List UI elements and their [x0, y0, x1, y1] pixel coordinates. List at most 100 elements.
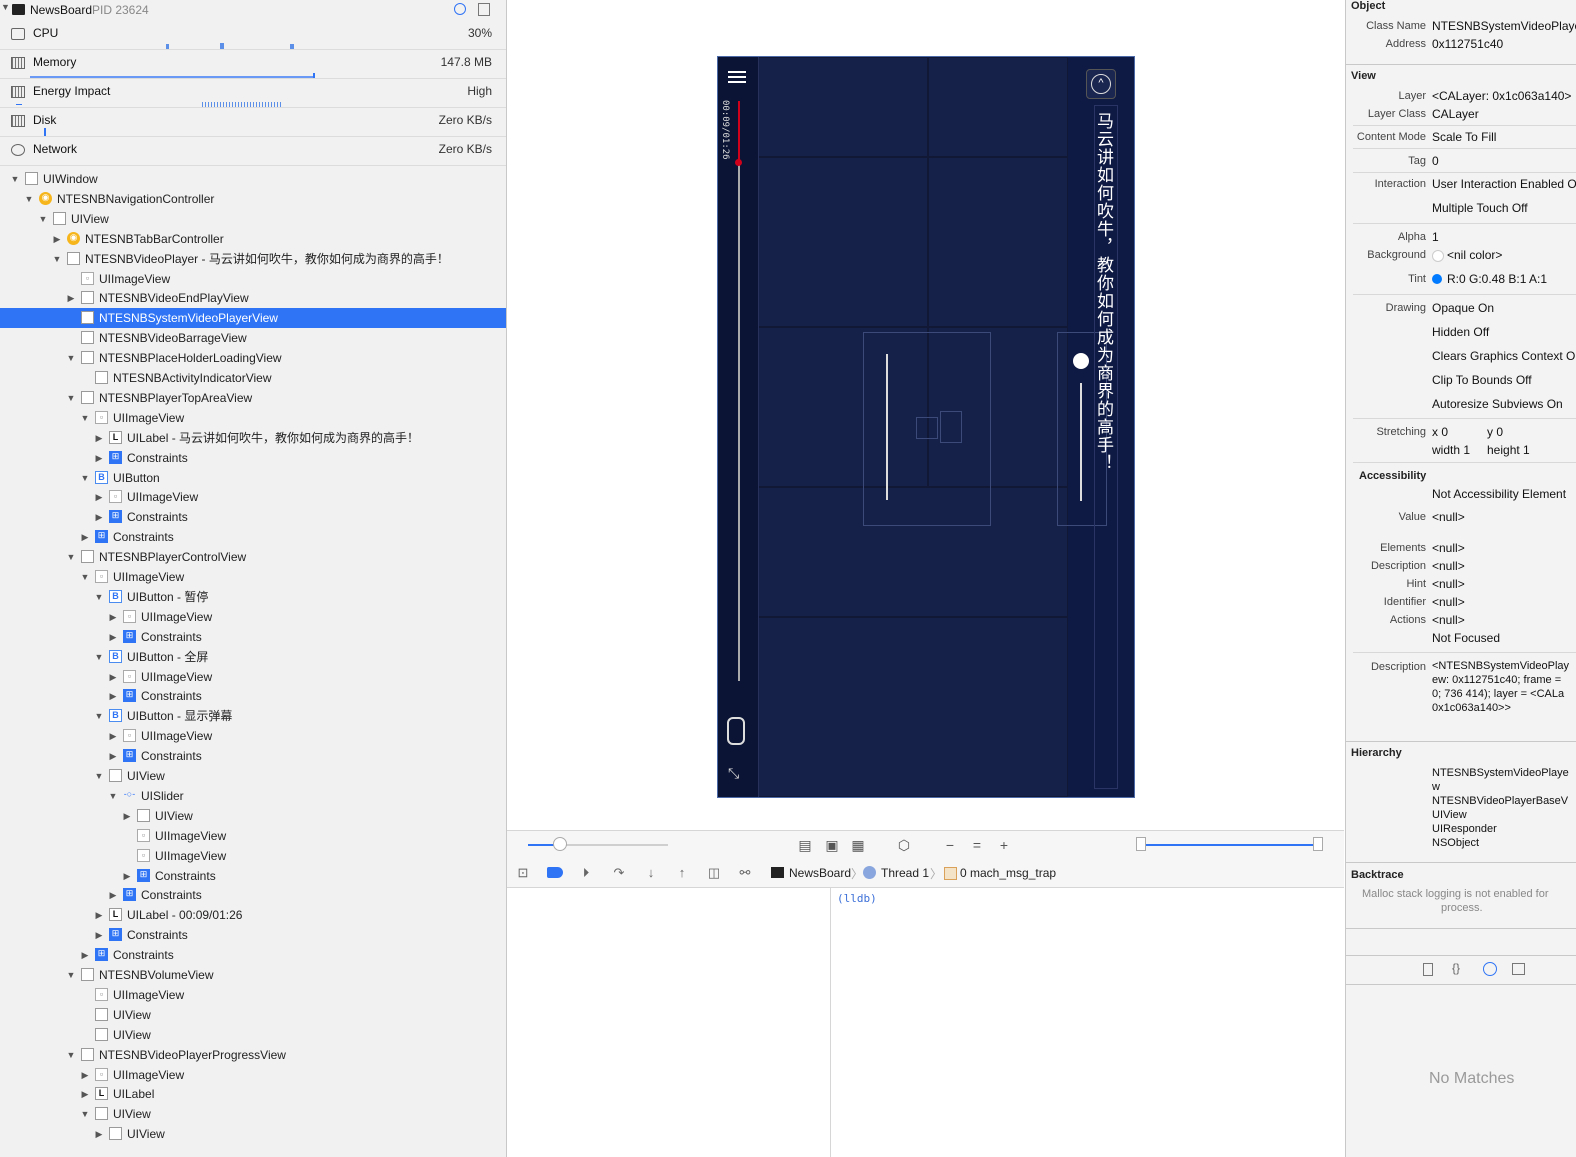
- tree-row[interactable]: NTESNBVideoBarrageView: [0, 328, 506, 348]
- disclosure-triangle-icon[interactable]: ▼: [1, 2, 10, 12]
- tree-row[interactable]: ▶ ⊞ Constraints: [0, 527, 506, 547]
- memory-graph-icon[interactable]: ⚯: [736, 865, 754, 881]
- device-screen[interactable]: ⤡ ^: [717, 56, 1135, 798]
- tree-row[interactable]: ▶ UIView: [0, 806, 506, 826]
- back-button[interactable]: ^: [1086, 69, 1116, 99]
- disclosure-open-icon[interactable]: ▼: [108, 786, 118, 806]
- tree-row[interactable]: ▼ -○- UISlider: [0, 786, 506, 806]
- tree-row[interactable]: UIView: [0, 1025, 506, 1045]
- crumb-thread[interactable]: Thread 1: [881, 866, 929, 880]
- disclosure-closed-icon[interactable]: ▶: [94, 507, 104, 527]
- gauge-cpu[interactable]: CPU 30%: [0, 20, 506, 50]
- tree-row[interactable]: ▼ UIView: [0, 1104, 506, 1124]
- exit-fullscreen-icon[interactable]: ⤡: [728, 765, 739, 782]
- tree-row[interactable]: ▶ ⊞ Constraints: [0, 746, 506, 766]
- tree-row[interactable]: ▼ B UIButton - 全屏: [0, 647, 506, 667]
- adjust-view-mode-icon[interactable]: ▦: [850, 837, 866, 853]
- hierarchy-item[interactable]: NTESNBSystemVideoPlaye: [1432, 767, 1569, 779]
- disclosure-closed-icon[interactable]: ▶: [94, 448, 104, 468]
- crumb-app[interactable]: NewsBoard: [789, 866, 851, 880]
- disclosure-closed-icon[interactable]: ▶: [80, 527, 90, 547]
- step-out-icon[interactable]: ↑: [673, 865, 691, 881]
- disclosure-closed-icon[interactable]: ▶: [122, 866, 132, 886]
- disclosure-closed-icon[interactable]: ▶: [108, 885, 118, 905]
- tree-row[interactable]: ▶ ▫ UIImageView: [0, 487, 506, 507]
- tree-row[interactable]: ▶ ▫ UIImageView: [0, 1065, 506, 1085]
- tree-row[interactable]: ▼ ◉ NTESNBNavigationController: [0, 189, 506, 209]
- tree-row[interactable]: ▼ B UIButton: [0, 468, 506, 488]
- disclosure-closed-icon[interactable]: ▶: [94, 905, 104, 925]
- tree-row[interactable]: ▼ NTESNBPlaceHolderLoadingView: [0, 348, 506, 368]
- gauge-energy-impact[interactable]: Energy Impact High: [0, 78, 506, 108]
- progress-thumb[interactable]: [735, 159, 742, 166]
- disclosure-open-icon[interactable]: ▼: [66, 348, 76, 368]
- danmaku-icon[interactable]: [727, 717, 745, 745]
- tree-row[interactable]: ▶ L UILabel: [0, 1084, 506, 1104]
- continue-icon[interactable]: ⏵: [577, 865, 595, 881]
- tree-row[interactable]: NTESNBActivityIndicatorView: [0, 368, 506, 388]
- disclosure-open-icon[interactable]: ▼: [94, 647, 104, 667]
- tree-row[interactable]: ▶ ⊞ Constraints: [0, 448, 506, 468]
- tree-row[interactable]: ▶ ⊞ Constraints: [0, 686, 506, 706]
- tree-row[interactable]: ▫ UIImageView: [0, 826, 506, 846]
- disclosure-open-icon[interactable]: ▼: [94, 766, 104, 786]
- gauge-disk[interactable]: Disk Zero KB/s: [0, 107, 506, 137]
- tree-row[interactable]: ▶ ⊞ Constraints: [0, 627, 506, 647]
- step-into-icon[interactable]: ↓: [642, 865, 660, 881]
- tree-row[interactable]: ▶ ▫ UIImageView: [0, 607, 506, 627]
- disclosure-open-icon[interactable]: ▼: [94, 706, 104, 726]
- tree-row[interactable]: ▶ ⊞ Constraints: [0, 507, 506, 527]
- show-constraints-icon[interactable]: ▣: [824, 837, 840, 853]
- variables-view[interactable]: [507, 888, 831, 1157]
- step-over-icon[interactable]: ↷: [610, 865, 628, 881]
- tree-row[interactable]: ▼ UIView: [0, 209, 506, 229]
- tree-row[interactable]: ▼ UIView: [0, 766, 506, 786]
- disclosure-closed-icon[interactable]: ▶: [94, 925, 104, 945]
- disclosure-open-icon[interactable]: ▼: [66, 1045, 76, 1065]
- range-slider[interactable]: [1144, 844, 1316, 846]
- disclosure-closed-icon[interactable]: ▶: [108, 627, 118, 647]
- menu-icon[interactable]: [728, 71, 746, 73]
- tree-row[interactable]: ▶ ⊞ Constraints: [0, 925, 506, 945]
- hierarchy-item[interactable]: NSObject: [1432, 837, 1479, 849]
- disclosure-closed-icon[interactable]: ▶: [94, 1124, 104, 1144]
- tree-row[interactable]: ▼ ▫ UIImageView: [0, 408, 506, 428]
- disclosure-closed-icon[interactable]: ▶: [80, 1084, 90, 1104]
- tree-row[interactable]: ▶ NTESNBVideoEndPlayView: [0, 288, 506, 308]
- code-snippet-icon[interactable]: {}: [1452, 961, 1460, 975]
- disclosure-closed-icon[interactable]: ▶: [52, 229, 62, 249]
- volume-slider[interactable]: [1080, 383, 1082, 501]
- disclosure-open-icon[interactable]: ▼: [10, 169, 20, 189]
- disclosure-open-icon[interactable]: ▼: [80, 408, 90, 428]
- tree-row[interactable]: ▶ ▫ UIImageView: [0, 667, 506, 687]
- disclosure-open-icon[interactable]: ▼: [66, 965, 76, 985]
- hierarchy-item[interactable]: w: [1432, 781, 1440, 793]
- tree-row[interactable]: ▶ ⊞ Constraints: [0, 945, 506, 965]
- console-view[interactable]: (lldb): [831, 888, 1344, 1157]
- tree-row[interactable]: ▼ NTESNBVideoPlayer - 马云讲如何吹牛，教你如何成为商界的高手…: [0, 249, 506, 269]
- tree-row[interactable]: ▶ UIView: [0, 1124, 506, 1144]
- disclosure-open-icon[interactable]: ▼: [38, 209, 48, 229]
- process-header[interactable]: ▼ NewsBoard PID 23624: [0, 0, 506, 20]
- disclosure-closed-icon[interactable]: ▶: [108, 686, 118, 706]
- tree-row[interactable]: ▼ B UIButton - 显示弹幕: [0, 706, 506, 726]
- disclosure-closed-icon[interactable]: ▶: [80, 1065, 90, 1085]
- tree-row[interactable]: ▼ UIWindow: [0, 169, 506, 189]
- disclosure-closed-icon[interactable]: ▶: [108, 607, 118, 627]
- disclosure-open-icon[interactable]: ▼: [24, 189, 34, 209]
- tree-row[interactable]: ▼ NTESNBVideoPlayerProgressView: [0, 1045, 506, 1065]
- tree-row[interactable]: ▼ NTESNBVolumeView: [0, 965, 506, 985]
- hide-debug-area-icon[interactable]: ⊡: [514, 865, 532, 881]
- hierarchy-item[interactable]: UIView: [1432, 809, 1467, 821]
- media-library-icon[interactable]: [1512, 963, 1525, 975]
- tree-row[interactable]: ▶ ⊞ Constraints: [0, 866, 506, 886]
- disclosure-closed-icon[interactable]: ▶: [108, 746, 118, 766]
- tree-row[interactable]: UIView: [0, 1005, 506, 1025]
- disclosure-open-icon[interactable]: ▼: [66, 547, 76, 567]
- gauge-icon[interactable]: [454, 3, 466, 15]
- gauge-network[interactable]: Network Zero KB/s: [0, 136, 506, 166]
- volume-icon[interactable]: [1073, 353, 1089, 369]
- tree-row[interactable]: ▼ NTESNBPlayerTopAreaView: [0, 388, 506, 408]
- hierarchy-item[interactable]: UIResponder: [1432, 823, 1497, 835]
- zoom-in-icon[interactable]: +: [996, 837, 1012, 853]
